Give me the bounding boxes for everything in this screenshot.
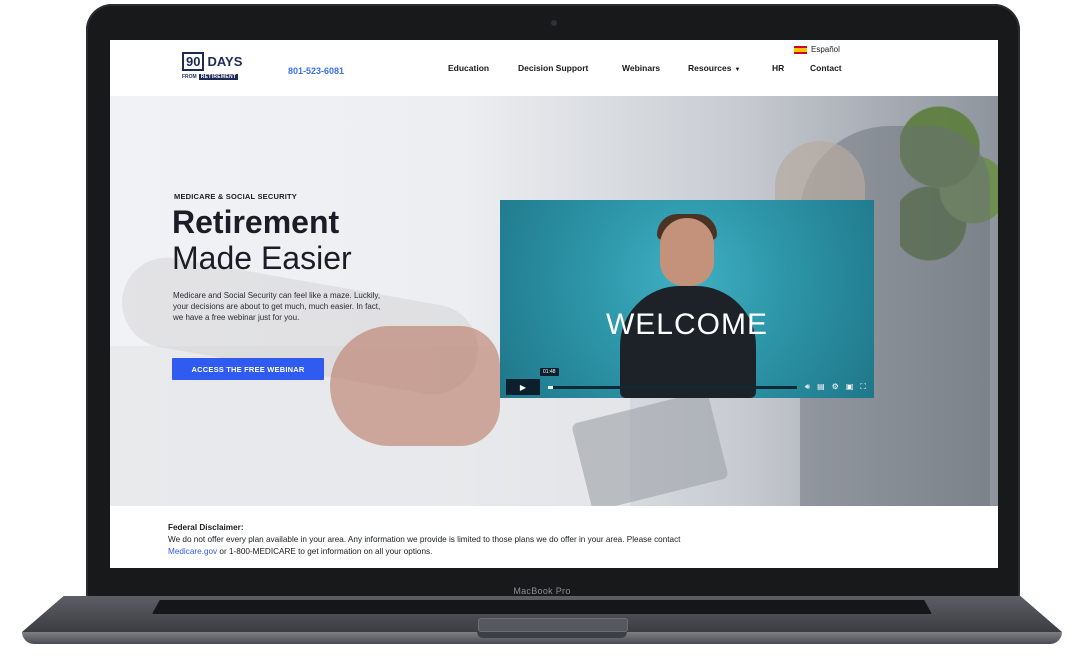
nav-webinars[interactable]: Webinars [622, 63, 660, 73]
pip-icon[interactable]: ▣ [846, 382, 854, 392]
laptop-trackpad [478, 618, 628, 632]
webcam-dot [551, 20, 557, 26]
laptop-notch [477, 632, 627, 638]
logo-word: DAYS [207, 54, 243, 69]
language-switch[interactable]: Español [794, 45, 840, 54]
hero-eyebrow: MEDICARE & SOCIAL SECURITY [174, 192, 297, 201]
video-progress-fill [548, 385, 553, 389]
medicare-gov-link[interactable]: Medicare.gov [168, 547, 217, 556]
nav-resources-label: Resources [688, 63, 732, 73]
disclaimer-title: Federal Disclaimer: [168, 523, 244, 532]
hero-lede: Medicare and Social Security can feel li… [173, 291, 381, 322]
disclaimer-body: We do not offer every plan available in … [168, 535, 681, 544]
spain-flag-icon [794, 45, 807, 54]
disclaimer-line2: Medicare.gov or 1-800-MEDICARE to get in… [168, 546, 968, 558]
logo-number: 90 [182, 52, 205, 71]
hero-heading-strong: Retirement [172, 204, 340, 240]
volume-icon[interactable]: 🔊︎ [805, 382, 810, 392]
hero-section: MEDICARE & SOCIAL SECURITY Retirement Ma… [110, 96, 998, 506]
play-button[interactable]: ▶ [506, 379, 540, 395]
laptop-base [22, 596, 1062, 648]
nav-contact[interactable]: Contact [810, 63, 842, 73]
website-screen: 90 DAYS FROM RETIREMENT 801-523-6081 Esp… [110, 40, 998, 568]
settings-icon[interactable]: ⚙ [832, 382, 839, 392]
logo-from: FROM [182, 74, 197, 80]
site-header: 90 DAYS FROM RETIREMENT 801-523-6081 Esp… [110, 40, 998, 96]
laptop-keyboard [152, 600, 932, 614]
language-label: Español [811, 45, 840, 54]
video-progress-track[interactable] [548, 385, 798, 389]
nav-hr[interactable]: HR [772, 63, 784, 73]
disclaimer-tail: or 1-800-MEDICARE to get information on … [217, 547, 433, 556]
access-webinar-button[interactable]: ACCESS THE FREE WEBINAR [172, 358, 324, 380]
hero-heading-light: Made Easier [172, 240, 352, 276]
welcome-video-player[interactable]: WELCOME 01:48 ▶ 🔊︎ ▤ ⚙ ▣ ⛶ [500, 200, 874, 398]
background-sweater [330, 326, 500, 446]
presenter-head [660, 218, 714, 286]
fullscreen-icon[interactable]: ⛶ [860, 382, 866, 392]
nav-education[interactable]: Education [448, 63, 489, 73]
federal-disclaimer: Federal Disclaimer: We do not offer ever… [168, 522, 968, 558]
video-overlay-text: WELCOME [605, 308, 768, 341]
phone-link[interactable]: 801-523-6081 [288, 66, 344, 76]
site-logo[interactable]: 90 DAYS FROM RETIREMENT [182, 52, 254, 88]
video-time-tooltip: 01:48 [540, 368, 559, 376]
nav-decision-support[interactable]: Decision Support [518, 63, 588, 73]
video-controls: ▶ 🔊︎ ▤ ⚙ ▣ ⛶ [500, 376, 874, 398]
play-icon: ▶ [519, 382, 527, 392]
device-label: MacBook Pro [513, 586, 571, 596]
video-control-icons: 🔊︎ ▤ ⚙ ▣ ⛶ [805, 382, 866, 392]
captions-icon[interactable]: ▤ [817, 382, 825, 392]
logo-retirement: RETIREMENT [198, 74, 239, 80]
chevron-down-icon: ▼ [734, 67, 741, 73]
nav-resources[interactable]: Resources ▼ [688, 63, 740, 73]
laptop-mockup: 90 DAYS FROM RETIREMENT 801-523-6081 Esp… [0, 0, 1084, 664]
